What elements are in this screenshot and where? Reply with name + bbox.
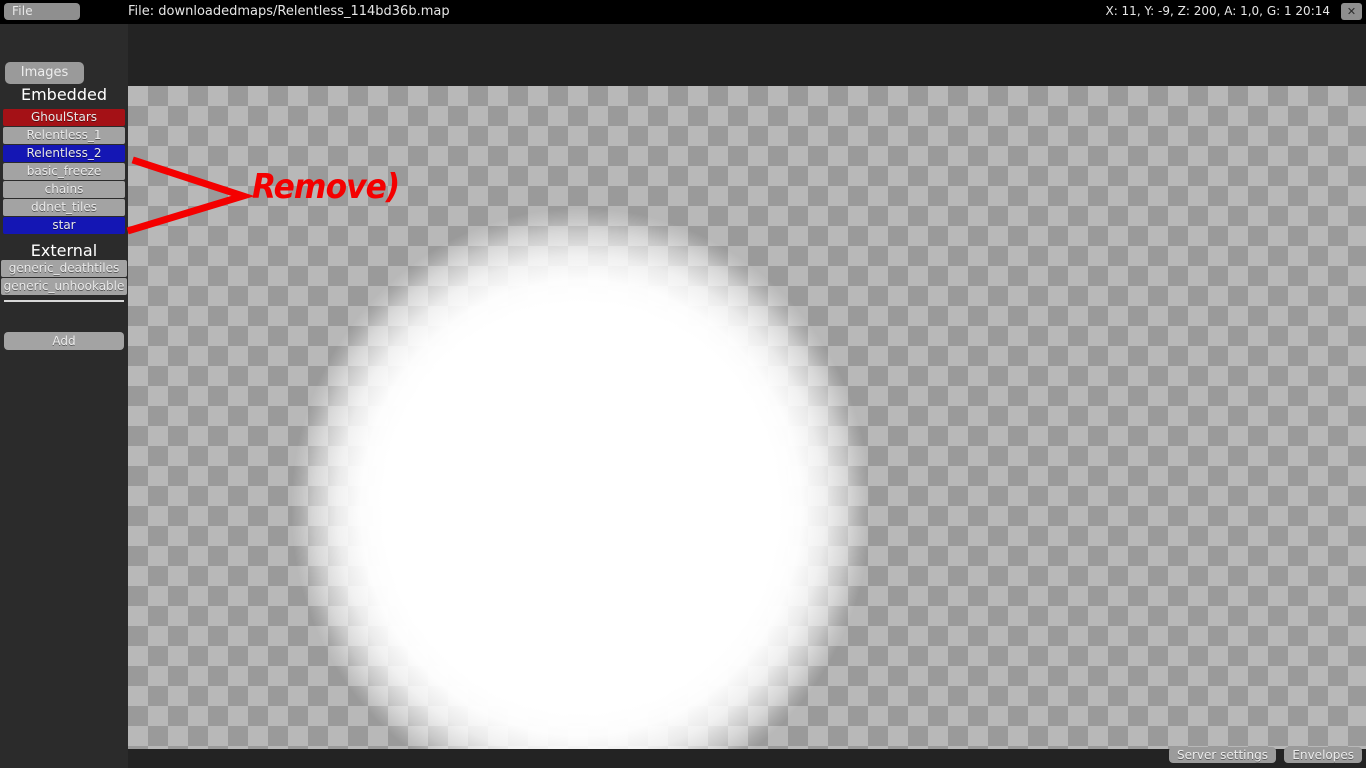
editor-window: File File: downloadedmaps/Relentless_114… <box>0 0 1366 768</box>
list-item[interactable]: Relentless_1 <box>3 127 125 144</box>
tab-images[interactable]: Images <box>5 62 84 84</box>
sidebar-divider <box>4 300 124 302</box>
embedded-section-heading: Embedded <box>20 85 107 104</box>
list-item[interactable]: ddnet_tiles <box>3 199 125 216</box>
list-item[interactable]: generic_deathtiles <box>1 260 127 277</box>
file-menu-button[interactable]: File <box>4 3 80 20</box>
title-bar: File File: downloadedmaps/Relentless_114… <box>0 0 1366 24</box>
list-item[interactable]: chains <box>3 181 125 198</box>
list-item[interactable]: generic_unhookable <box>1 278 127 295</box>
images-sidebar: Images Embedded GhoulStars Relentless_1 … <box>0 24 128 768</box>
status-coordinates-label: X: 11, Y: -9, Z: 200, A: 1,0, G: 1 20:14 <box>1105 4 1330 18</box>
annotation-label: Remove) <box>252 167 400 207</box>
close-icon[interactable]: ✕ <box>1341 3 1362 20</box>
envelopes-button[interactable]: Envelopes <box>1284 747 1362 763</box>
list-item[interactable]: GhoulStars <box>3 109 125 126</box>
list-item[interactable]: basic_freeze <box>3 163 125 180</box>
add-image-button[interactable]: Add <box>4 332 124 350</box>
file-path-label: File: downloadedmaps/Relentless_114bd36b… <box>128 4 450 19</box>
server-settings-button[interactable]: Server settings <box>1168 747 1276 763</box>
external-section-heading: External <box>30 241 98 260</box>
list-item[interactable]: star <box>3 217 125 234</box>
list-item[interactable]: Relentless_2 <box>3 145 125 162</box>
star-texture-preview <box>291 208 871 749</box>
